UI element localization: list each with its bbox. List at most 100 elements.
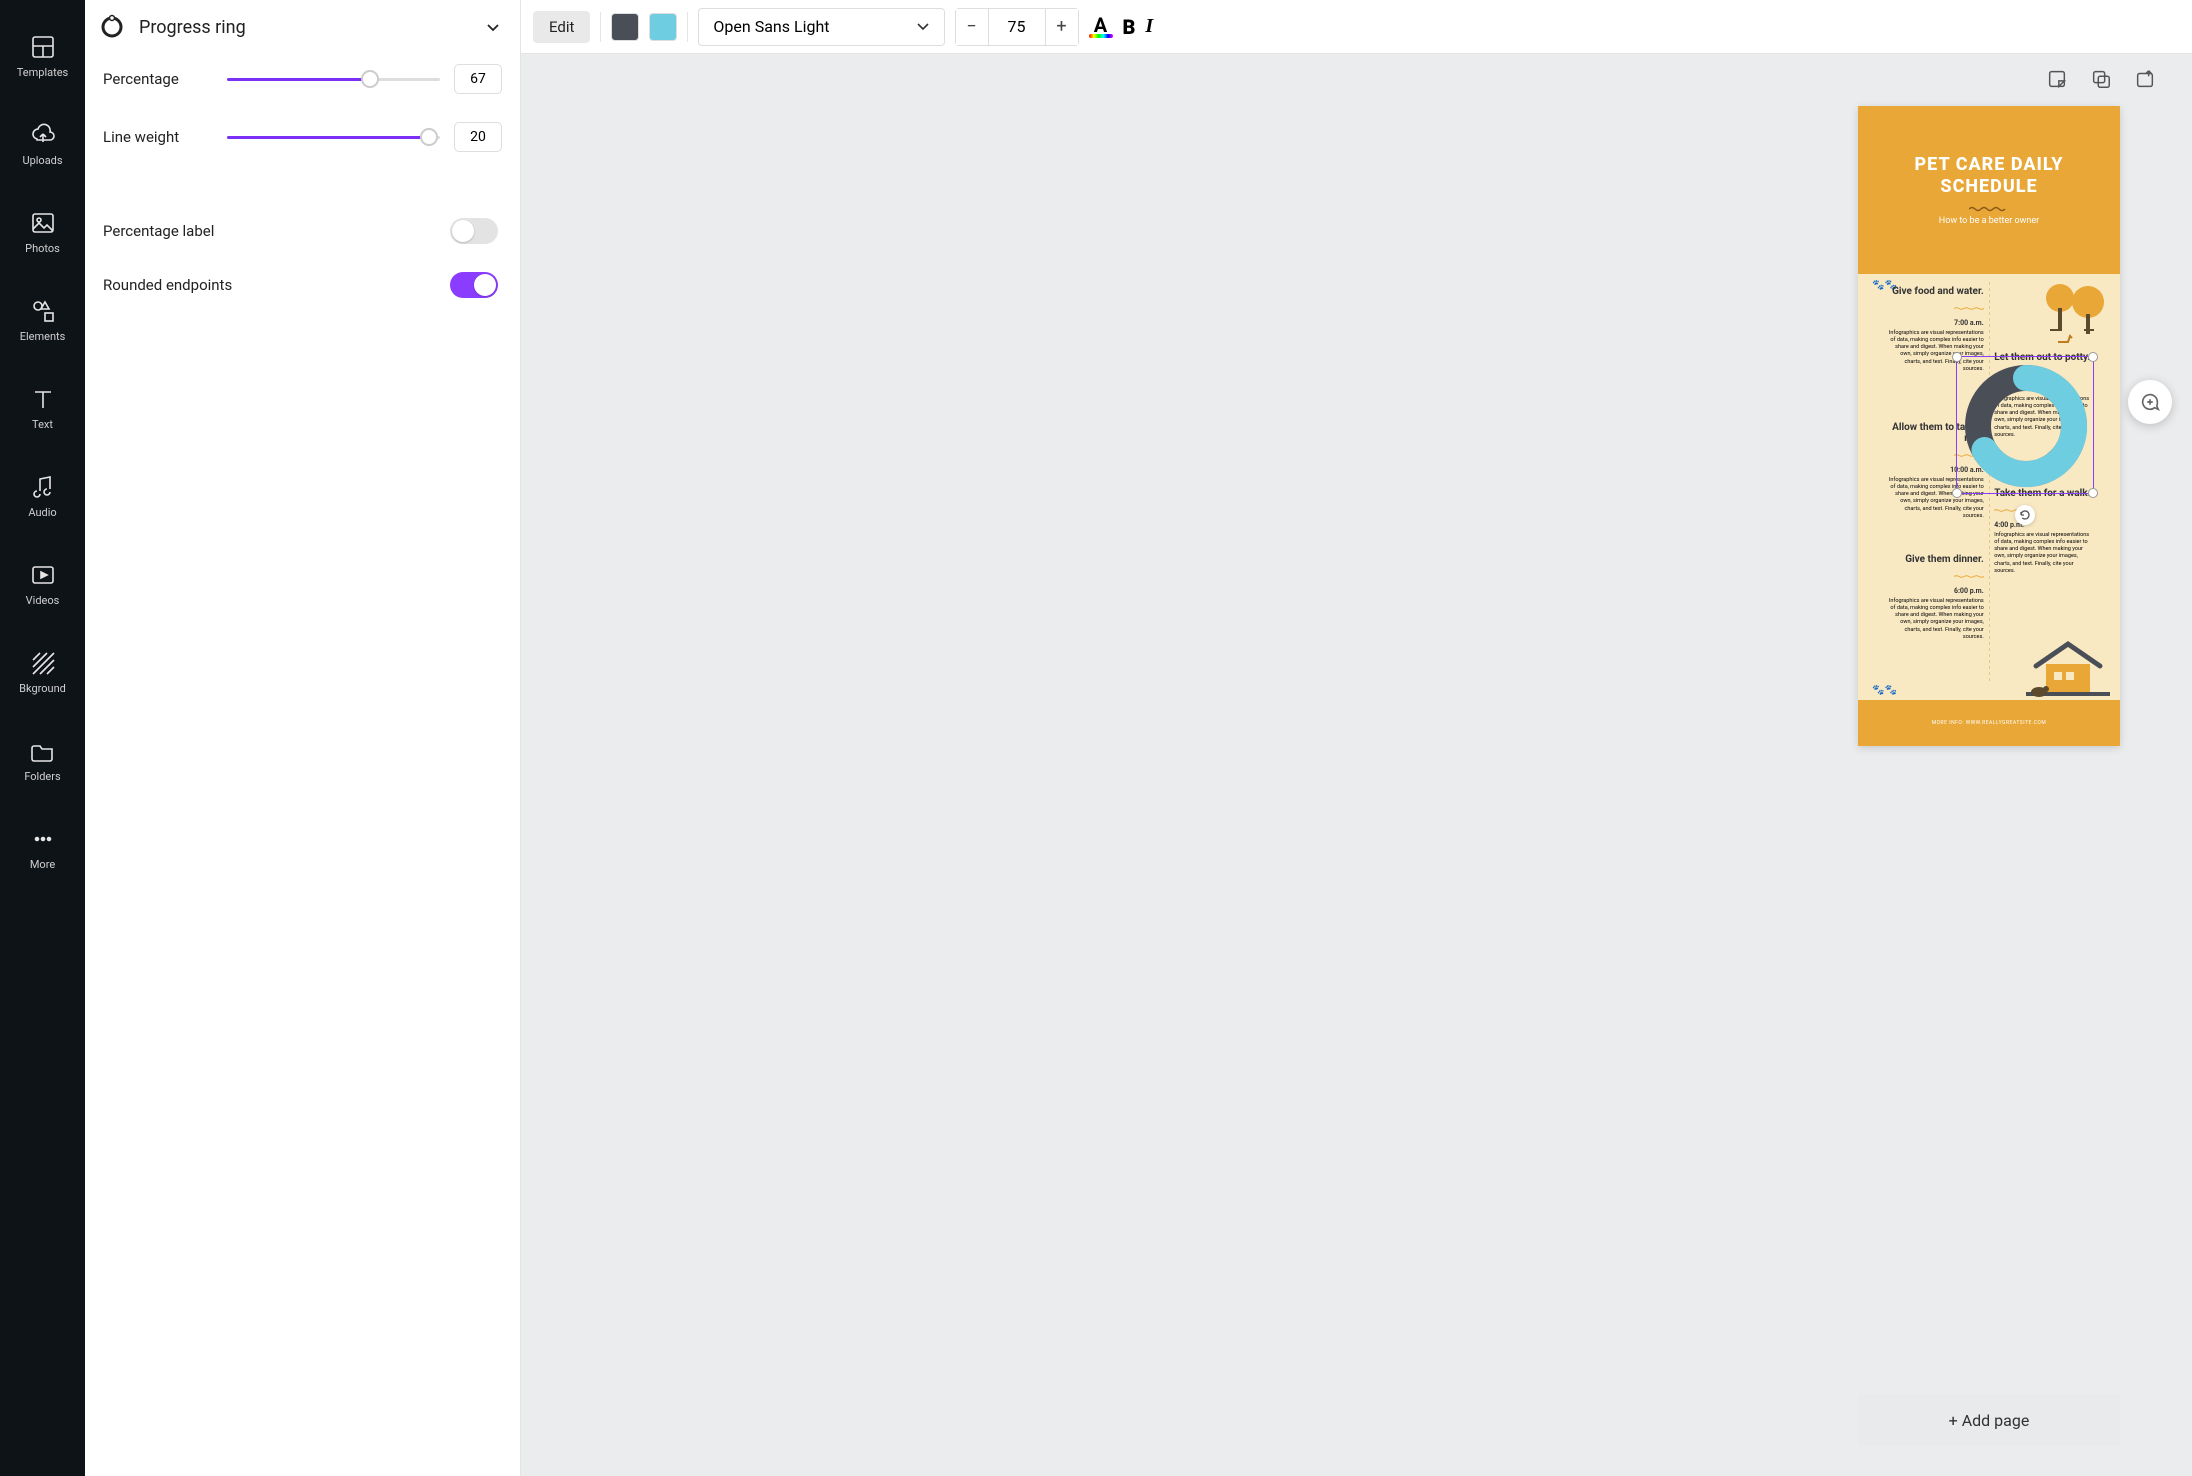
- expand-icon[interactable]: [2134, 68, 2156, 90]
- resize-handle-bl[interactable]: [1952, 488, 1962, 498]
- sidebar-item-more[interactable]: More: [0, 804, 85, 892]
- line-weight-input[interactable]: [454, 122, 502, 152]
- percentage-label-row: Percentage label: [103, 218, 502, 244]
- entry-time: 6:00 p.m.: [1884, 587, 1984, 595]
- sidebar-item-audio[interactable]: Audio: [0, 452, 85, 540]
- chevron-down-icon: [484, 18, 502, 36]
- main-area: Edit Open Sans Light − 75 + A B I: [521, 0, 2192, 1476]
- font-size-decrease-button[interactable]: −: [956, 9, 988, 45]
- entry-body: Infographics are visual representations …: [1884, 598, 1984, 641]
- line-weight-row: Line weight: [103, 122, 502, 152]
- font-family-label: Open Sans Light: [713, 17, 829, 36]
- notes-icon[interactable]: [2046, 68, 2068, 90]
- sidebar-item-background[interactable]: Bkground: [0, 628, 85, 716]
- sidebar-item-photos[interactable]: Photos: [0, 188, 85, 276]
- chevron-down-icon: [916, 20, 930, 34]
- line-weight-label: Line weight: [103, 128, 213, 146]
- add-page-label: + Add page: [1949, 1411, 2030, 1430]
- resize-handle-br[interactable]: [2088, 488, 2098, 498]
- dog-decoration: [2028, 682, 2050, 698]
- panel-header[interactable]: Progress ring: [85, 0, 520, 54]
- selection-box[interactable]: [1956, 356, 2094, 494]
- text-color-button[interactable]: A: [1089, 16, 1113, 38]
- color-swatch-primary[interactable]: [611, 13, 639, 41]
- sidebar-item-label: Templates: [17, 66, 68, 79]
- sidebar-item-templates[interactable]: Templates: [0, 12, 85, 100]
- page-title-line2: SCHEDULE: [1940, 176, 2037, 198]
- rounded-endpoints-toggle[interactable]: [450, 272, 498, 298]
- rotate-handle[interactable]: [2015, 505, 2035, 525]
- sidebar-item-label: Bkground: [19, 682, 66, 695]
- add-page-button[interactable]: + Add page: [1858, 1394, 2120, 1446]
- font-size-increase-button[interactable]: +: [1046, 9, 1078, 45]
- percentage-input[interactable]: [454, 64, 502, 94]
- comment-fab[interactable]: [2128, 380, 2172, 424]
- elements-icon: [30, 298, 56, 324]
- sidebar-item-videos[interactable]: Videos: [0, 540, 85, 628]
- sidebar-item-label: Folders: [24, 770, 60, 783]
- color-swatch-secondary[interactable]: [649, 13, 677, 41]
- sidebar-item-label: Elements: [20, 330, 66, 343]
- font-family-select[interactable]: Open Sans Light: [698, 8, 944, 46]
- properties-panel: Progress ring Percentage Line weight Per…: [85, 0, 521, 1476]
- font-size-value[interactable]: 75: [988, 9, 1046, 45]
- entry-body: Infographics are visual representations …: [1994, 532, 2094, 575]
- sidebar-item-label: Photos: [25, 242, 60, 255]
- edit-button[interactable]: Edit: [533, 11, 590, 43]
- progress-ring-element[interactable]: [1957, 357, 2095, 495]
- bold-button[interactable]: B: [1123, 15, 1136, 39]
- page-tools: [2046, 68, 2156, 90]
- sidebar-item-text[interactable]: Text: [0, 364, 85, 452]
- sidebar-item-uploads[interactable]: Uploads: [0, 100, 85, 188]
- sidebar-item-label: Uploads: [22, 154, 62, 167]
- sidebar-item-label: Videos: [26, 594, 60, 607]
- page-subtitle: How to be a better owner: [1939, 216, 2039, 226]
- entry-time: 7:00 a.m.: [1884, 319, 1984, 327]
- italic-button[interactable]: I: [1145, 15, 1153, 38]
- footer-text: MORE INFO: WWW.REALLYGREATSITE.COM: [1932, 720, 2046, 726]
- animal-decoration: [2056, 332, 2074, 346]
- folders-icon: [30, 738, 56, 764]
- resize-handle-tr[interactable]: [2088, 352, 2098, 362]
- page-title-line1: PET CARE DAILY: [1915, 154, 2064, 176]
- text-icon: [30, 386, 56, 412]
- percentage-row: Percentage: [103, 64, 502, 94]
- audio-icon: [30, 474, 56, 500]
- timeline-entry: Give them dinner.6:00 p.m.Infographics a…: [1884, 554, 1984, 641]
- sidebar-item-label: More: [30, 858, 55, 871]
- percentage-label: Percentage: [103, 70, 213, 88]
- sidebar-item-label: Audio: [28, 506, 56, 519]
- entry-heading: Give food and water.: [1884, 286, 1984, 297]
- templates-icon: [30, 34, 56, 60]
- videos-icon: [30, 562, 56, 588]
- text-color-glyph: A: [1094, 16, 1107, 34]
- resize-handle-tl[interactable]: [1952, 352, 1962, 362]
- rounded-endpoints-label: Rounded endpoints: [103, 276, 232, 294]
- trees-decoration: [2040, 278, 2110, 338]
- left-sidebar: Templates Uploads Photos Elements Text A…: [0, 0, 85, 1476]
- sidebar-item-elements[interactable]: Elements: [0, 276, 85, 364]
- comment-plus-icon: [2139, 391, 2161, 413]
- wavy-divider: [1969, 206, 2009, 212]
- progress-ring-icon: [99, 14, 125, 40]
- top-toolbar: Edit Open Sans Light − 75 + A B I: [521, 0, 2192, 54]
- percentage-label-toggle[interactable]: [450, 218, 498, 244]
- percentage-slider[interactable]: [227, 69, 440, 89]
- panel-title: Progress ring: [139, 17, 470, 38]
- more-icon: [30, 826, 56, 852]
- page-footer: MORE INFO: WWW.REALLYGREATSITE.COM: [1858, 700, 2120, 746]
- page-header: PET CARE DAILY SCHEDULE How to be a bett…: [1858, 106, 2120, 274]
- uploads-icon: [30, 122, 56, 148]
- sidebar-item-label: Text: [32, 418, 53, 431]
- percentage-label-toggle-label: Percentage label: [103, 222, 214, 240]
- sidebar-item-folders[interactable]: Folders: [0, 716, 85, 804]
- wavy-underline: [1954, 575, 1984, 578]
- background-icon: [30, 650, 56, 676]
- duplicate-icon[interactable]: [2090, 68, 2112, 90]
- canvas-area[interactable]: PET CARE DAILY SCHEDULE How to be a bett…: [521, 54, 2192, 1476]
- line-weight-slider[interactable]: [227, 127, 440, 147]
- rainbow-bar: [1089, 34, 1113, 38]
- wavy-underline: [1954, 307, 1984, 310]
- font-size-stepper: − 75 +: [955, 8, 1079, 46]
- timeline-entry: Take them for a walk.4:00 p.m.Infographi…: [1994, 488, 2094, 575]
